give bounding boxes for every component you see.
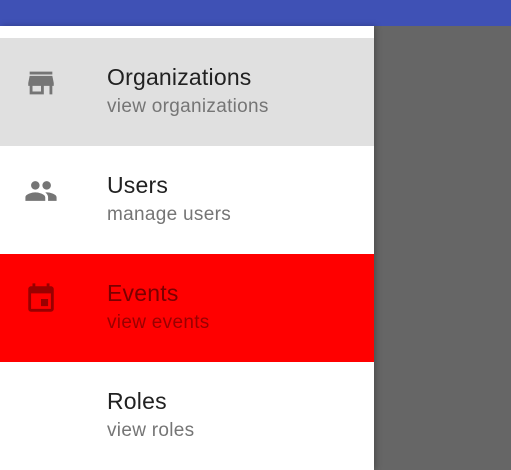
app-bar: [0, 0, 511, 26]
people-icon: [24, 174, 58, 208]
navigation-drawer: Organizations view organizations Users m…: [0, 26, 374, 470]
drawer-item-title: Organizations: [107, 64, 252, 90]
drawer-item-events[interactable]: Events view events: [0, 254, 374, 362]
drawer-item-title: Roles: [107, 388, 167, 414]
drawer-item-roles[interactable]: Roles view roles: [0, 362, 374, 470]
drawer-item-subtitle: manage users: [107, 204, 232, 225]
drawer-item-subtitle: view organizations: [107, 96, 269, 117]
drawer-item-users[interactable]: Users manage users: [0, 146, 374, 254]
drawer-item-organizations[interactable]: Organizations view organizations: [0, 38, 374, 146]
drawer-item-subtitle: view roles: [107, 420, 195, 441]
app-screen: Organizations view organizations Users m…: [0, 0, 511, 470]
drawer-item-title: Users: [107, 172, 169, 198]
drawer-scrim[interactable]: [374, 26, 511, 470]
drawer-item-subtitle: view events: [107, 312, 210, 333]
drawer-item-title: Events: [107, 280, 179, 306]
store-icon: [24, 66, 58, 100]
calendar-icon: [24, 282, 58, 316]
